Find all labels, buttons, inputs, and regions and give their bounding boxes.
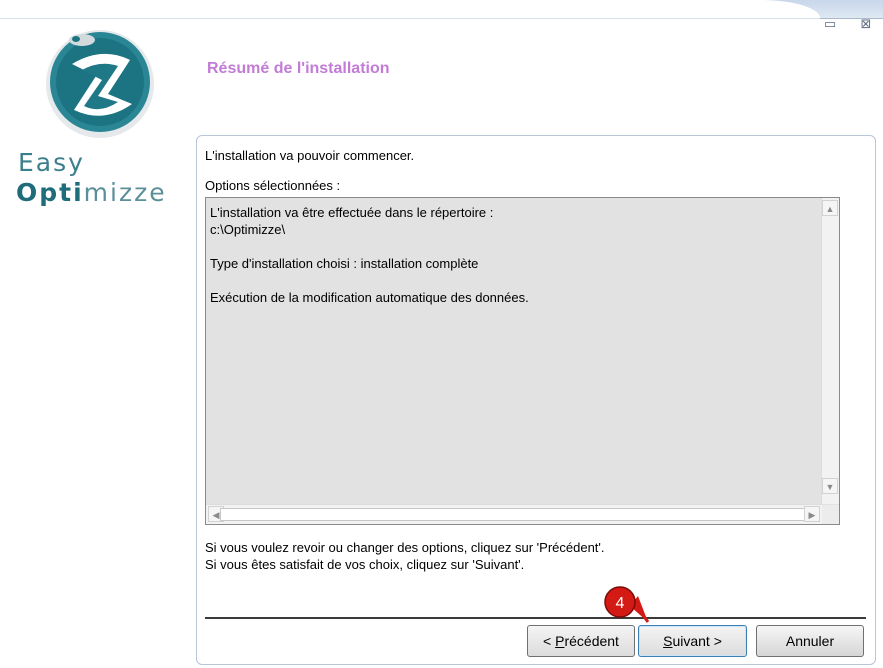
summary-text: L'installation va être effectuée dans le… (210, 205, 529, 305)
title-bar-curve (0, 0, 820, 19)
brand-easy: Easy (18, 148, 85, 177)
brand-opti: Opti (16, 178, 84, 207)
page-title: Résumé de l'installation (207, 60, 390, 77)
options-label: Options sélectionnées : (205, 178, 341, 193)
brand-optimizze: Optimizze (16, 178, 167, 207)
easy-optimizze-logo (46, 30, 154, 138)
cancel-button[interactable]: Annuler (756, 625, 864, 657)
vertical-scrollbar[interactable]: ▲ ▼ (821, 198, 839, 504)
separator-line (205, 617, 866, 620)
previous-button[interactable]: < Précédent (527, 625, 635, 657)
scroll-corner (822, 505, 839, 524)
close-button[interactable]: ⊠ (857, 17, 875, 31)
horizontal-scroll-thumb[interactable] (220, 508, 810, 521)
summary-textbox[interactable]: L'installation va être effectuée dans le… (205, 197, 840, 525)
minimize-button[interactable]: ▭ (821, 17, 839, 31)
intro-text: L'installation va pouvoir commencer. (205, 148, 415, 163)
scroll-right-arrow-icon[interactable]: ▶ (804, 506, 820, 522)
brand-mizze: mizze (83, 178, 167, 207)
next-button[interactable]: Suivant > (638, 625, 747, 657)
horizontal-scrollbar[interactable]: ◀ ▶ (206, 504, 822, 524)
scroll-down-arrow-icon[interactable]: ▼ (822, 478, 838, 494)
scroll-up-arrow-icon[interactable]: ▲ (822, 200, 838, 216)
footer-text-next: Si vous êtes satisfait de vos choix, cli… (205, 557, 525, 572)
footer-text-previous: Si vous voulez revoir ou changer des opt… (205, 540, 605, 555)
